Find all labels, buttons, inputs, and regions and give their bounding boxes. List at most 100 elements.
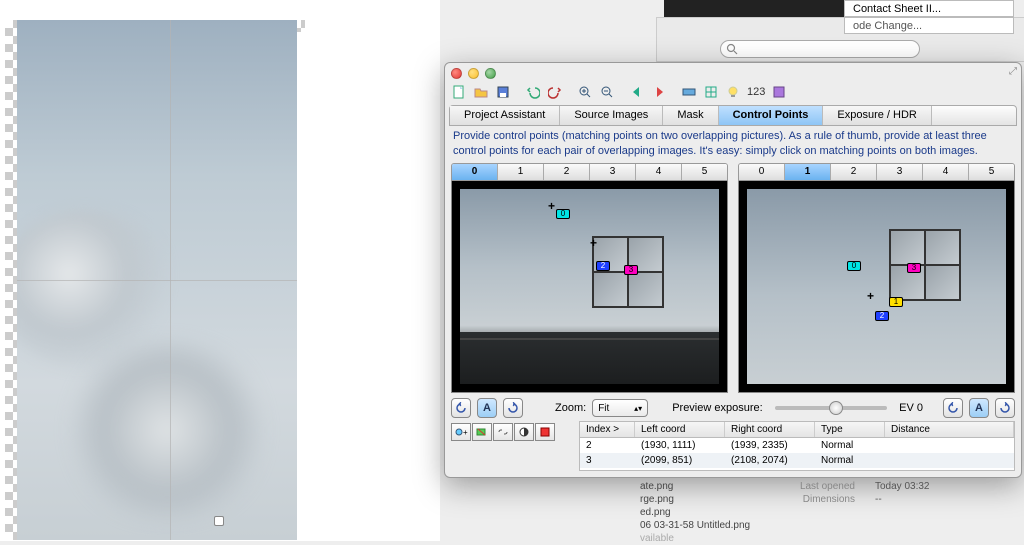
left-image-view[interactable]: + 0 + 2 3: [451, 181, 728, 393]
left-image-tab-5[interactable]: 5: [682, 164, 727, 180]
cp-marker-plus[interactable]: +: [867, 289, 874, 303]
tab-source-images[interactable]: Source Images: [560, 106, 663, 125]
tool-stop-icon[interactable]: [535, 423, 555, 441]
cp-marker-1[interactable]: 1: [889, 297, 903, 307]
col-left[interactable]: Left coord: [635, 422, 725, 437]
right-image-tab-0[interactable]: 0: [739, 164, 785, 180]
redo-icon[interactable]: [545, 82, 565, 102]
open-icon[interactable]: [471, 82, 491, 102]
right-image-tab-1[interactable]: 1: [785, 164, 831, 180]
guide-vertical[interactable]: [170, 20, 171, 540]
undo-icon[interactable]: [523, 82, 543, 102]
control-points-window: ⤢ 123 Project Assistant Source Images Ma…: [444, 62, 1022, 478]
traffic-lights: [451, 68, 496, 79]
save-icon[interactable]: [493, 82, 513, 102]
panorama-icon[interactable]: [679, 82, 699, 102]
lightbulb-icon[interactable]: [723, 82, 743, 102]
guide-horizontal[interactable]: [17, 280, 297, 281]
col-right[interactable]: Right coord: [725, 422, 815, 437]
slider-knob[interactable]: [829, 401, 843, 415]
new-doc-icon[interactable]: [449, 82, 469, 102]
right-pane: 0 1 2 3 4 5 0 3 1 2 +: [738, 163, 1015, 393]
col-type[interactable]: Type: [815, 422, 885, 437]
left-image-tab-0[interactable]: 0: [452, 164, 498, 180]
cp-marker-plus[interactable]: +: [548, 199, 555, 213]
cp-marker-2[interactable]: 2: [875, 311, 889, 321]
redo-left-button[interactable]: [503, 398, 523, 418]
right-image-tab-2[interactable]: 2: [831, 164, 877, 180]
settings-icon[interactable]: [769, 82, 789, 102]
dimensions-value: --: [875, 494, 882, 505]
grid-icon[interactable]: [701, 82, 721, 102]
file-item[interactable]: ate.png: [640, 480, 750, 493]
cp-marker-0[interactable]: 0: [556, 209, 570, 219]
file-item[interactable]: ed.png: [640, 506, 750, 519]
auto-right-button[interactable]: A: [969, 398, 989, 418]
crop-handle[interactable]: [214, 516, 224, 526]
cell-type: Normal: [815, 438, 885, 453]
cp-marker-0[interactable]: 0: [847, 261, 861, 271]
cell-index: 3: [580, 453, 635, 468]
search-input[interactable]: [720, 40, 920, 58]
tool-link-icon[interactable]: [493, 423, 513, 441]
last-opened-label: Last opened: [780, 481, 855, 492]
undo-right-button[interactable]: [943, 398, 963, 418]
resize-icon[interactable]: ⤢: [1009, 66, 1017, 77]
cp-marker-2[interactable]: 2: [596, 261, 610, 271]
right-image-tab-5[interactable]: 5: [969, 164, 1014, 180]
cell-index: 2: [580, 438, 635, 453]
maximize-button[interactable]: [485, 68, 496, 79]
file-item[interactable]: 06 03-31-58 Untitled.png: [640, 519, 750, 532]
toolbar-number: 123: [745, 86, 767, 98]
menu-item-contact-sheet[interactable]: Contact Sheet II...: [844, 0, 1014, 17]
menu-item-mode-change[interactable]: ode Change...: [844, 17, 1014, 34]
col-index[interactable]: Index >: [580, 422, 635, 437]
auto-left-button[interactable]: A: [477, 398, 497, 418]
cp-marker-3[interactable]: 3: [907, 263, 921, 273]
background-strip: [664, 0, 844, 18]
preview-exposure-label: Preview exposure:: [672, 402, 763, 414]
cell-left: (1930, 1111): [635, 438, 725, 453]
dropdown-arrows-icon: ▴▾: [634, 404, 642, 413]
tool-add-icon[interactable]: +: [451, 423, 471, 441]
minimize-button[interactable]: [468, 68, 479, 79]
prev-icon[interactable]: [627, 82, 647, 102]
tab-project-assistant[interactable]: Project Assistant: [450, 106, 560, 125]
mini-toolbar: +: [451, 423, 555, 441]
tab-exposure-hdr[interactable]: Exposure / HDR: [823, 106, 931, 125]
undo-left-button[interactable]: [451, 398, 471, 418]
table-header: Index > Left coord Right coord Type Dist…: [580, 422, 1014, 438]
right-image-tab-4[interactable]: 4: [923, 164, 969, 180]
cp-marker-3[interactable]: 3: [624, 265, 638, 275]
cell-left: (2099, 851): [635, 453, 725, 468]
file-item[interactable]: rge.png: [640, 493, 750, 506]
zoom-in-icon[interactable]: [575, 82, 595, 102]
tool-contrast-icon[interactable]: [514, 423, 534, 441]
tab-mask[interactable]: Mask: [663, 106, 718, 125]
cp-marker-plus[interactable]: +: [590, 236, 597, 250]
tool-remove-icon[interactable]: [472, 423, 492, 441]
zoom-grid: [889, 229, 961, 301]
left-image-tab-1[interactable]: 1: [498, 164, 544, 180]
zoom-out-icon[interactable]: [597, 82, 617, 102]
zoom-value: Fit: [598, 403, 609, 414]
cell-dist: [885, 438, 1014, 453]
left-image-tab-2[interactable]: 2: [544, 164, 590, 180]
table-row[interactable]: 3 (2099, 851) (2108, 2074) Normal: [580, 453, 1014, 468]
file-info-panel: Last openedToday 03:32 Dimensions--: [780, 480, 1024, 506]
close-button[interactable]: [451, 68, 462, 79]
exposure-slider[interactable]: [775, 406, 887, 410]
right-image-view[interactable]: 0 3 1 2 +: [738, 181, 1015, 393]
left-image-tab-3[interactable]: 3: [590, 164, 636, 180]
col-distance[interactable]: Distance: [885, 422, 1014, 437]
zoom-label: Zoom:: [555, 402, 586, 414]
next-icon[interactable]: [649, 82, 669, 102]
table-row[interactable]: 2 (1930, 1111) (1939, 2335) Normal: [580, 438, 1014, 453]
cell-type: Normal: [815, 453, 885, 468]
svg-text:+: +: [463, 428, 468, 437]
redo-right-button[interactable]: [995, 398, 1015, 418]
tab-control-points[interactable]: Control Points: [719, 106, 824, 125]
left-image-tab-4[interactable]: 4: [636, 164, 682, 180]
zoom-select[interactable]: Fit ▴▾: [592, 399, 648, 417]
right-image-tab-3[interactable]: 3: [877, 164, 923, 180]
